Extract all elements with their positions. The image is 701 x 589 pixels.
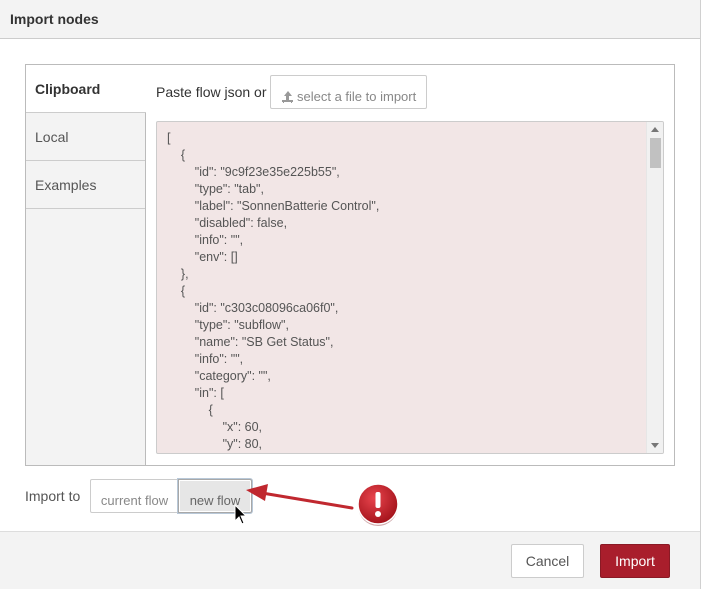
tab-local[interactable]: Local xyxy=(26,113,145,161)
select-file-label: select a file to import xyxy=(297,89,417,104)
dialog-titlebar: Import nodes xyxy=(0,0,700,39)
select-file-button[interactable]: select a file to import xyxy=(270,75,427,109)
tab-clipboard[interactable]: Clipboard xyxy=(26,65,146,113)
paste-row: Paste flow json or select a file to impo… xyxy=(156,75,666,109)
import-to-row: Import to current flow new flow xyxy=(25,479,685,515)
import-source-tabs: Clipboard Local Examples xyxy=(26,65,146,465)
import-to-label: Import to xyxy=(25,488,81,504)
cancel-button[interactable]: Cancel xyxy=(511,544,584,578)
import-nodes-dialog: Import nodes Clipboard Local Examples Pa… xyxy=(0,0,701,589)
json-scrollbar[interactable] xyxy=(646,122,663,453)
upload-icon xyxy=(282,91,293,102)
scroll-up-arrow-icon[interactable] xyxy=(651,127,659,132)
import-button[interactable]: Import xyxy=(600,544,670,578)
scroll-thumb[interactable] xyxy=(650,138,661,168)
paste-label: Paste flow json or xyxy=(156,84,267,100)
dialog-footer: Cancel Import xyxy=(0,531,700,589)
tab-examples[interactable]: Examples xyxy=(26,161,145,209)
import-current-flow-button[interactable]: current flow xyxy=(90,479,179,513)
exclamation-alert-icon xyxy=(357,483,399,526)
import-panel: Clipboard Local Examples Paste flow json… xyxy=(25,64,675,466)
clipboard-content: Paste flow json or select a file to impo… xyxy=(156,75,666,454)
dialog-title: Import nodes xyxy=(10,11,99,27)
flow-json-textarea[interactable]: [ { "id": "9c9f23e35e225b55", "type": "t… xyxy=(156,121,664,454)
mouse-cursor-icon xyxy=(234,504,248,525)
scroll-down-arrow-icon[interactable] xyxy=(651,443,659,448)
flow-json-text: [ { "id": "9c9f23e35e225b55", "type": "t… xyxy=(167,131,380,451)
